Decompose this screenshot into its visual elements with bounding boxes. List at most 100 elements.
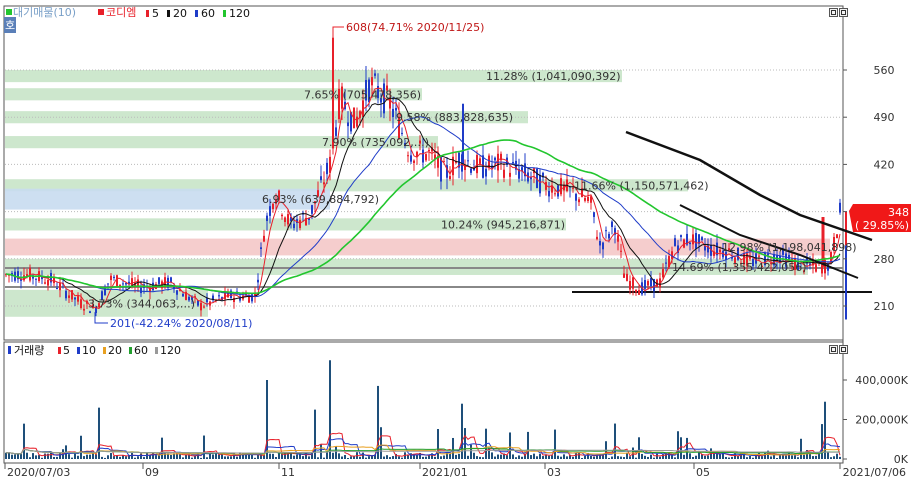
candle-body bbox=[410, 155, 412, 162]
volume-bar bbox=[593, 456, 595, 459]
volume-bar bbox=[215, 453, 217, 459]
candle-body bbox=[530, 177, 532, 180]
volume-bar bbox=[86, 454, 88, 459]
volume-bar bbox=[83, 456, 85, 459]
volume-bar bbox=[692, 457, 694, 459]
volume-bar bbox=[443, 455, 445, 459]
candle-body bbox=[311, 205, 313, 214]
candle-body bbox=[644, 280, 646, 289]
price-panel-maximize-button[interactable] bbox=[829, 8, 838, 17]
candle-body bbox=[182, 293, 184, 297]
volume-bar bbox=[269, 453, 271, 459]
volume-ma-legend-label: 120 bbox=[160, 344, 181, 357]
volume-bar bbox=[512, 454, 514, 459]
candle-body bbox=[113, 276, 115, 279]
candle-body bbox=[206, 298, 208, 303]
candle-body bbox=[620, 250, 622, 252]
volume-bar bbox=[317, 457, 319, 459]
volume-bar bbox=[101, 456, 103, 459]
candle-body bbox=[47, 280, 49, 286]
volume-y-tick-label: 0K bbox=[894, 453, 909, 466]
volume-bar bbox=[506, 455, 508, 459]
candle-body bbox=[326, 162, 328, 175]
volume-bar bbox=[644, 455, 646, 459]
volume-bar bbox=[416, 455, 418, 459]
volume-panel-maximize-button[interactable] bbox=[829, 345, 838, 354]
volume-bar bbox=[386, 455, 388, 459]
candle-body bbox=[680, 235, 682, 238]
candle-body bbox=[83, 308, 85, 311]
volume-bar bbox=[695, 455, 697, 459]
volume-bar bbox=[803, 454, 805, 459]
candle-body bbox=[689, 242, 691, 245]
supply-zone-label: 7.90% (735,092,…) bbox=[322, 136, 429, 149]
volume-bar bbox=[326, 452, 328, 459]
candle-body bbox=[248, 296, 250, 303]
volume-bar bbox=[365, 457, 367, 459]
volume-bar bbox=[452, 437, 454, 459]
volume-bar bbox=[551, 455, 553, 459]
candle-body bbox=[407, 155, 409, 157]
side-tag-label: 호 bbox=[5, 19, 15, 32]
volume-bar bbox=[836, 453, 838, 459]
ma-legend-marker bbox=[167, 10, 170, 17]
volume-bar bbox=[749, 455, 751, 459]
candle-body bbox=[77, 296, 79, 302]
volume-bar bbox=[497, 454, 499, 459]
volume-bar bbox=[638, 437, 640, 459]
annotation-label: 201(-42.24% 2020/08/11) bbox=[110, 317, 252, 330]
volume-bar bbox=[14, 454, 16, 459]
volume-ma-legend-marker bbox=[129, 347, 132, 354]
volume-ma-legend-marker bbox=[155, 347, 158, 354]
legend-title-marker bbox=[98, 9, 104, 15]
supply-zone-label: 12.98% (1,198,041,898) bbox=[722, 241, 857, 254]
candle-body bbox=[287, 214, 289, 225]
volume-ma-legend-label: 10 bbox=[82, 344, 96, 357]
volume-bar bbox=[518, 455, 520, 459]
volume-bar bbox=[77, 455, 79, 459]
volume-bar bbox=[299, 454, 301, 459]
volume-bar bbox=[509, 432, 511, 459]
legend-title: 코디엠 bbox=[106, 6, 136, 19]
volume-bar bbox=[491, 452, 493, 459]
candle-body bbox=[758, 255, 760, 257]
volume-bar bbox=[770, 456, 772, 459]
candle-body bbox=[44, 282, 46, 284]
volume-bar bbox=[80, 435, 82, 459]
volume-bar bbox=[653, 457, 655, 459]
volume-bar bbox=[728, 457, 730, 459]
volume-bar bbox=[89, 454, 91, 459]
price-panel-close-button[interactable] bbox=[839, 8, 848, 17]
candle-body bbox=[200, 302, 202, 311]
candle-body bbox=[476, 154, 478, 174]
volume-bar bbox=[131, 453, 133, 459]
volume-bar bbox=[200, 457, 202, 459]
volume-bar bbox=[536, 456, 538, 459]
supply-zone bbox=[5, 238, 830, 256]
volume-bar bbox=[677, 431, 679, 459]
volume-bar bbox=[182, 457, 184, 459]
candle-body bbox=[503, 169, 505, 178]
candle-body bbox=[485, 168, 487, 177]
volume-ma-legend-label: 20 bbox=[108, 344, 122, 357]
volume-bar bbox=[275, 457, 277, 459]
volume-bar bbox=[671, 455, 673, 459]
candle-body bbox=[608, 233, 610, 239]
volume-bar bbox=[449, 453, 451, 459]
volume-bar bbox=[134, 457, 136, 459]
candle-body bbox=[80, 299, 82, 308]
volume-bar bbox=[791, 455, 793, 459]
ma-legend-label: 120 bbox=[229, 7, 250, 20]
x-tick-label: 2021/01 bbox=[422, 466, 468, 479]
price-legend: 대기매물(10) 코디엠 5 20 60 120 bbox=[6, 6, 250, 20]
candle-body bbox=[719, 249, 721, 253]
candle-body bbox=[35, 278, 37, 280]
candle-body bbox=[140, 287, 142, 294]
volume-bar bbox=[557, 455, 559, 459]
volume-bar bbox=[656, 453, 658, 459]
candle-body bbox=[122, 283, 124, 285]
current-price-change: ( 29.85%) bbox=[855, 219, 909, 232]
volume-bar bbox=[155, 455, 157, 459]
candle-body bbox=[512, 161, 514, 163]
volume-panel-close-button[interactable] bbox=[839, 345, 848, 354]
